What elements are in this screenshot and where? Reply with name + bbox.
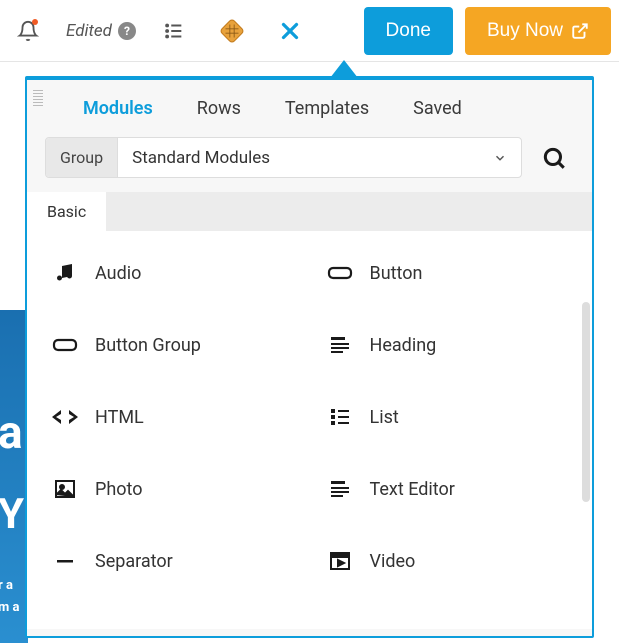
module-label: List bbox=[370, 407, 399, 428]
dropdown-value: Standard Modules bbox=[132, 148, 270, 168]
video-icon bbox=[326, 547, 354, 575]
filter-row: Group Standard Modules bbox=[27, 137, 592, 192]
button-icon bbox=[326, 259, 354, 287]
module-audio[interactable]: Audio bbox=[39, 255, 306, 291]
module-button-group[interactable]: Button Group bbox=[39, 327, 306, 363]
tab-rows[interactable]: Rows bbox=[197, 98, 241, 119]
heading-icon bbox=[326, 331, 354, 359]
modules-panel: Modules Rows Templates Saved Group Stand… bbox=[25, 76, 594, 638]
module-heading[interactable]: Heading bbox=[314, 327, 581, 363]
module-button[interactable]: Button bbox=[314, 255, 581, 291]
search-button[interactable] bbox=[534, 138, 574, 178]
edited-label: Edited bbox=[66, 21, 112, 41]
tab-modules[interactable]: Modules bbox=[83, 98, 153, 119]
module-label: Text Editor bbox=[370, 479, 455, 500]
scrollbar[interactable] bbox=[582, 302, 590, 502]
close-icon bbox=[277, 18, 303, 44]
module-list[interactable]: List bbox=[314, 399, 581, 435]
panel-tabs: Modules Rows Templates Saved bbox=[27, 80, 592, 137]
audio-icon bbox=[51, 259, 79, 287]
module-group-dropdown[interactable]: Standard Modules bbox=[118, 138, 521, 177]
module-label: Photo bbox=[95, 479, 143, 500]
separator-icon bbox=[51, 547, 79, 575]
notifications-button[interactable] bbox=[8, 11, 48, 51]
list-icon bbox=[163, 20, 185, 42]
module-text-editor[interactable]: Text Editor bbox=[314, 471, 581, 507]
text-editor-icon bbox=[326, 475, 354, 503]
search-icon bbox=[541, 145, 567, 171]
module-separator[interactable]: Separator bbox=[39, 543, 306, 579]
subtab-basic[interactable]: Basic bbox=[27, 192, 106, 231]
done-button[interactable]: Done bbox=[364, 7, 453, 55]
module-label: Audio bbox=[95, 263, 141, 284]
help-icon: ? bbox=[118, 22, 136, 40]
waffle-icon bbox=[219, 18, 245, 44]
buy-now-button[interactable]: Buy Now bbox=[465, 7, 611, 55]
drag-handle[interactable] bbox=[33, 90, 43, 106]
module-label: Separator bbox=[95, 551, 173, 572]
tab-saved[interactable]: Saved bbox=[413, 98, 462, 119]
module-photo[interactable]: Photo bbox=[39, 471, 306, 507]
module-video[interactable]: Video bbox=[314, 543, 581, 579]
subtabs: Basic bbox=[27, 192, 592, 231]
background-decoration: a Y r a m a bbox=[0, 310, 28, 643]
outline-button[interactable] bbox=[154, 11, 194, 51]
bg-text-fragment: r a bbox=[0, 578, 13, 593]
top-toolbar: Edited ? Done Buy Now bbox=[0, 0, 619, 62]
list-bullets-icon bbox=[326, 403, 354, 431]
module-label: Button Group bbox=[95, 335, 201, 356]
done-label: Done bbox=[386, 20, 431, 42]
filter-group: Group Standard Modules bbox=[45, 137, 522, 178]
photo-icon bbox=[51, 475, 79, 503]
waffle-button[interactable] bbox=[212, 11, 252, 51]
module-label: Heading bbox=[370, 335, 437, 356]
chevron-down-icon bbox=[493, 151, 507, 165]
bg-text-fragment: m a bbox=[0, 600, 19, 615]
notification-dot bbox=[32, 19, 38, 25]
external-link-icon bbox=[571, 22, 589, 40]
button-group-icon bbox=[51, 331, 79, 359]
module-label: Button bbox=[370, 263, 423, 284]
modules-list: Audio Button Button Group Heading HTML bbox=[27, 231, 592, 629]
module-html[interactable]: HTML bbox=[39, 399, 306, 435]
html-icon bbox=[51, 403, 79, 431]
close-panel-button[interactable] bbox=[270, 11, 310, 51]
module-label: HTML bbox=[95, 407, 144, 428]
group-label: Group bbox=[46, 138, 118, 177]
buy-label: Buy Now bbox=[487, 20, 563, 42]
module-label: Video bbox=[370, 551, 416, 572]
bg-text-fragment: a bbox=[0, 406, 23, 460]
edited-status[interactable]: Edited ? bbox=[66, 21, 136, 41]
tab-templates[interactable]: Templates bbox=[285, 98, 369, 119]
bg-text-fragment: Y bbox=[0, 490, 24, 539]
